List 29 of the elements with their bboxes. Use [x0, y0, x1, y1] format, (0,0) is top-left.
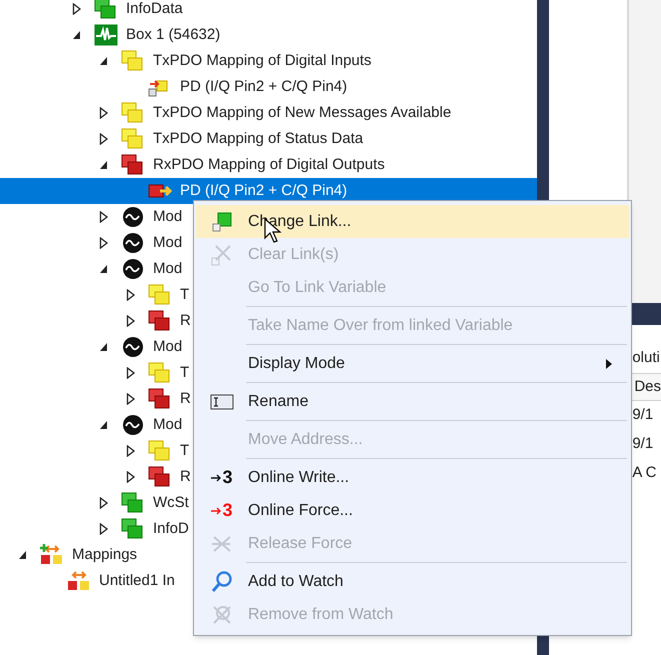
table-cell-text: 9/1 [632, 434, 654, 454]
tree-label: Mod [153, 206, 182, 227]
table-cell-text: A C [632, 463, 658, 484]
tree-label: Mod [153, 232, 182, 253]
tree-label: InfoD [153, 518, 189, 539]
tree-label: R [180, 388, 191, 409]
tree-label: PD (I/Q Pin2 + C/Q Pin4) [180, 180, 348, 201]
tree-label: TxPDO Mapping of Digital Inputs [153, 50, 372, 71]
tree-label: T [180, 284, 190, 305]
tree-label: Untitled1 In [99, 570, 175, 591]
tree-label: T [180, 362, 190, 383]
tree-label: WcSt [153, 492, 189, 513]
tree-label: TxPDO Mapping of Status Data [153, 128, 364, 149]
table-cell-text: 9/1 [632, 405, 654, 426]
glyph: 3 [222, 499, 232, 522]
tree-label: R [180, 310, 191, 331]
tree-label: InfoData [126, 0, 183, 19]
tree-label: Mod [153, 414, 182, 435]
tree-label: Mod [153, 336, 182, 357]
tree-label: R [180, 466, 191, 487]
glyph: 3 [222, 466, 232, 489]
column-header: Des [632, 373, 661, 401]
tree-label: Mappings [72, 544, 138, 565]
tree-label: Mod [153, 258, 182, 279]
tree-label: TxPDO Mapping of New Messages Available [153, 102, 452, 123]
tree-label: RxPDO Mapping of Digital Outputs [153, 154, 385, 175]
tree-label: PD (I/Q Pin2 + C/Q Pin4) [180, 76, 348, 97]
tree-label: Box 1 (54632) [126, 24, 220, 45]
tree-label: T [180, 440, 190, 461]
